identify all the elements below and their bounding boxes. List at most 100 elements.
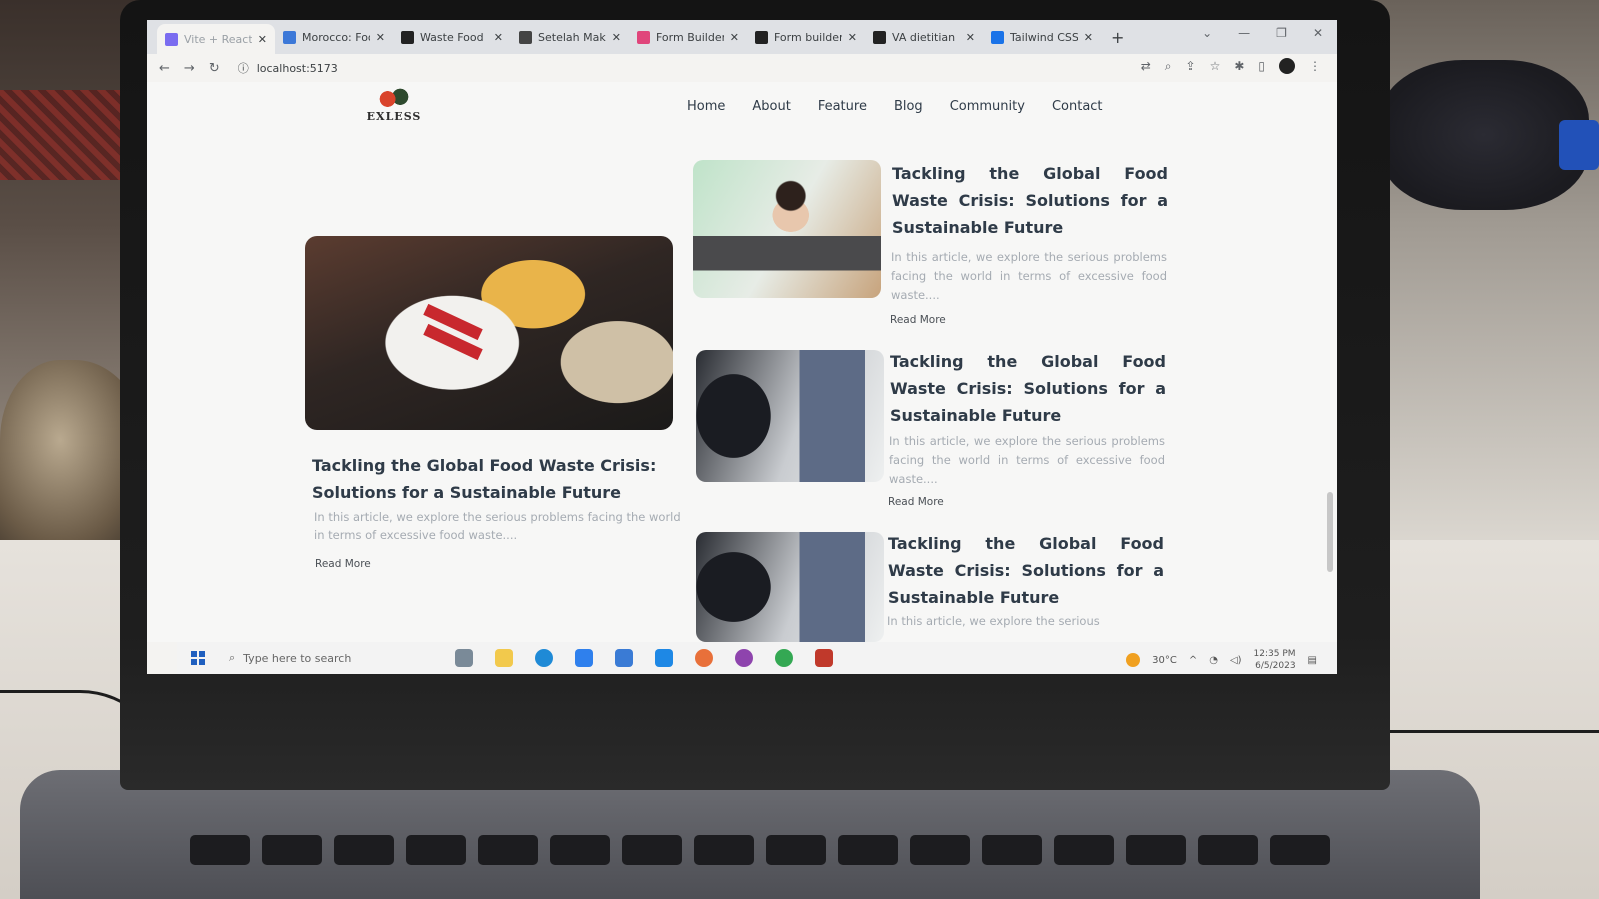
- read-more-link[interactable]: Read More: [890, 314, 946, 326]
- featured-article-image[interactable]: [305, 236, 673, 430]
- reload-icon[interactable]: ↻: [209, 61, 220, 76]
- menu-icon[interactable]: ⋮: [1309, 59, 1321, 73]
- info-icon[interactable]: ⓘ: [238, 60, 249, 76]
- browser-tab[interactable]: Setelah Maka ✕: [511, 24, 629, 50]
- article-excerpt: In this article, we explore the serious …: [891, 250, 1167, 302]
- weather-icon[interactable]: [1126, 653, 1141, 667]
- store-icon[interactable]: [575, 649, 593, 667]
- forward-icon[interactable]: →: [184, 61, 195, 76]
- tab-search-icon[interactable]: ⌄: [1202, 26, 1212, 40]
- network-icon[interactable]: ◔: [1209, 655, 1218, 666]
- key[interactable]: [766, 835, 826, 865]
- close-tab-icon[interactable]: ✕: [1084, 31, 1093, 44]
- firefox-icon[interactable]: [695, 649, 713, 667]
- article-title[interactable]: Tackling the Global Food Waste Crisis: S…: [890, 348, 1166, 429]
- article-title[interactable]: Tackling the Global Food Waste Crisis: S…: [888, 530, 1164, 611]
- nav-feature[interactable]: Feature: [818, 99, 867, 114]
- edge-icon[interactable]: [535, 649, 553, 667]
- browser-tab[interactable]: Tailwind CSS ✕: [983, 24, 1101, 50]
- browser-tab-bar: Vite + React ✕ Morocco: Foo ✕ Waste Food ✕ Set…: [147, 20, 1337, 54]
- task-view-icon[interactable]: [455, 649, 473, 667]
- chrome-dev-icon[interactable]: [735, 649, 753, 667]
- key[interactable]: [262, 835, 322, 865]
- weather-temp[interactable]: 30°C: [1152, 655, 1177, 666]
- notifications-icon[interactable]: ▤: [1308, 655, 1317, 666]
- windows-start-icon[interactable]: [191, 651, 205, 665]
- github-icon: [401, 30, 414, 44]
- side-panel-icon[interactable]: ▯: [1258, 59, 1265, 73]
- browser-tab[interactable]: Morocco: Foo ✕: [275, 24, 393, 50]
- featured-article-title[interactable]: Tackling the Global Food Waste Crisis: S…: [312, 452, 682, 506]
- nav-blog[interactable]: Blog: [894, 99, 923, 114]
- search-icon: ⌕: [229, 651, 236, 664]
- minimize-icon[interactable]: —: [1238, 26, 1250, 40]
- logo-mark: [375, 88, 411, 110]
- nav-home[interactable]: Home: [687, 99, 725, 114]
- key[interactable]: [1198, 835, 1258, 865]
- app-icon[interactable]: [815, 649, 833, 667]
- clock[interactable]: 12:35 PM 6/5/2023: [1254, 648, 1296, 672]
- close-tab-icon[interactable]: ✕: [494, 31, 503, 44]
- key[interactable]: [982, 835, 1042, 865]
- key[interactable]: [694, 835, 754, 865]
- translate-icon[interactable]: ⇄: [1141, 59, 1151, 73]
- key[interactable]: [1126, 835, 1186, 865]
- article-image[interactable]: [696, 532, 884, 642]
- article-image[interactable]: [693, 160, 881, 298]
- key[interactable]: [190, 835, 250, 865]
- key[interactable]: [334, 835, 394, 865]
- restore-icon[interactable]: ❐: [1276, 26, 1287, 40]
- tray-chevron-icon[interactable]: ^: [1189, 655, 1197, 666]
- extensions-icon[interactable]: ✱: [1234, 59, 1244, 73]
- browser-tab-label: Tailwind CSS: [1010, 30, 1078, 44]
- close-tab-icon[interactable]: ✕: [376, 31, 385, 44]
- key[interactable]: [838, 835, 898, 865]
- key[interactable]: [622, 835, 682, 865]
- close-tab-icon[interactable]: ✕: [612, 31, 621, 44]
- new-tab-button[interactable]: +: [1111, 28, 1124, 47]
- taskbar-search[interactable]: ⌕ Type here to search: [229, 651, 399, 665]
- profile-avatar[interactable]: [1279, 58, 1295, 74]
- vscode-icon[interactable]: [655, 649, 673, 667]
- browser-tab[interactable]: VA dietitian ✕: [865, 24, 983, 50]
- close-tab-icon[interactable]: ✕: [848, 31, 857, 44]
- file-explorer-icon[interactable]: [495, 649, 513, 667]
- zoom-icon[interactable]: ⌕: [1165, 59, 1172, 74]
- share-icon[interactable]: ⇪: [1186, 59, 1196, 73]
- close-tab-icon[interactable]: ✕: [258, 33, 267, 46]
- browser-tab[interactable]: Form builder ✕: [747, 24, 865, 50]
- page-scrollbar[interactable]: [1327, 492, 1333, 572]
- key[interactable]: [1270, 835, 1330, 865]
- article-excerpt: In this article, we explore the serious: [887, 614, 1100, 628]
- form-icon: [637, 30, 650, 44]
- browser-tab[interactable]: Waste Food ✕: [393, 24, 511, 50]
- back-icon[interactable]: ←: [159, 61, 170, 76]
- browser-tab[interactable]: Vite + React ✕: [157, 24, 275, 54]
- close-window-icon[interactable]: ✕: [1313, 26, 1323, 40]
- volume-icon[interactable]: ◁): [1230, 655, 1242, 666]
- featured-article-excerpt: In this article, we explore the serious …: [314, 510, 681, 542]
- mail-icon[interactable]: [615, 649, 633, 667]
- key[interactable]: [550, 835, 610, 865]
- site-logo[interactable]: EXLESS: [365, 86, 423, 128]
- nav-community[interactable]: Community: [950, 99, 1025, 114]
- nav-contact[interactable]: Contact: [1052, 99, 1103, 114]
- featured-read-more-link[interactable]: Read More: [315, 558, 371, 570]
- chrome-icon[interactable]: [775, 649, 793, 667]
- bookmark-star-icon[interactable]: ☆: [1210, 59, 1221, 73]
- key[interactable]: [1054, 835, 1114, 865]
- browser-tab[interactable]: Form Builder ✕: [629, 24, 747, 50]
- close-tab-icon[interactable]: ✕: [966, 31, 975, 44]
- browser-tab-label: Waste Food: [420, 30, 484, 44]
- key[interactable]: [406, 835, 466, 865]
- url-field[interactable]: ⓘ localhost:5173: [238, 60, 338, 76]
- key[interactable]: [910, 835, 970, 865]
- nav-about[interactable]: About: [752, 99, 790, 114]
- article-title[interactable]: Tackling the Global Food Waste Crisis: S…: [892, 160, 1168, 241]
- article-image[interactable]: [696, 350, 884, 482]
- room-background: Vite + React ✕ Morocco: Foo ✕ Waste Food ✕ Set…: [0, 0, 1599, 899]
- key[interactable]: [478, 835, 538, 865]
- browser-tab-label: VA dietitian: [892, 30, 956, 44]
- close-tab-icon[interactable]: ✕: [730, 31, 739, 44]
- read-more-link[interactable]: Read More: [888, 496, 944, 508]
